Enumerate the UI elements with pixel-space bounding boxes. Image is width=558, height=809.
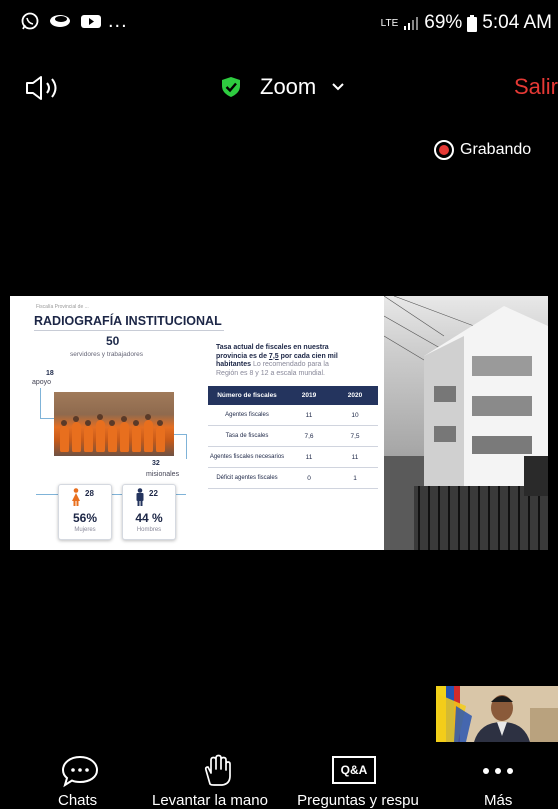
qa-label: Preguntas y respu: [297, 792, 419, 809]
more-notifications: ...: [108, 10, 128, 32]
self-video[interactable]: [436, 686, 558, 742]
qa-button[interactable]: Q&A Preguntas y respu: [288, 750, 428, 809]
chats-label: Chats: [58, 792, 98, 809]
battery-percent: 69%: [424, 12, 463, 33]
men-card: 22 44 % Hombres: [122, 484, 176, 540]
raise-hand-button[interactable]: Levantar la mano: [150, 750, 288, 809]
record-icon: [434, 140, 454, 160]
recording-indicator[interactable]: Grabando: [434, 140, 531, 160]
shield-check-icon: [222, 77, 240, 97]
slide-title: RADIOGRAFÍA INSTITUCIONAL: [34, 314, 222, 328]
table-header: 2019: [286, 386, 332, 405]
more-dots-icon: [483, 768, 513, 774]
total-staff: 50: [106, 334, 120, 348]
building-photo: [384, 296, 548, 550]
table-header: 2020: [332, 386, 378, 405]
qa-icon: Q&A: [332, 756, 376, 784]
raise-hand-icon: [204, 754, 231, 786]
more-label: Más: [484, 792, 513, 809]
status-right: LTE 69% 5:04 AM: [381, 12, 552, 34]
men-percent: 44 %: [135, 511, 163, 525]
chevron-down-icon: [332, 83, 344, 91]
chat-bubble-icon: [50, 15, 70, 27]
clock: 5:04 AM: [482, 12, 552, 33]
man-icon: [136, 488, 144, 506]
connector-line: [40, 388, 55, 419]
woman-icon: [72, 488, 80, 506]
meeting-title: Zoom: [260, 74, 317, 99]
chats-button[interactable]: Chats: [40, 750, 120, 809]
women-percent: 56%: [72, 511, 98, 525]
divider: [34, 330, 224, 331]
table-row: Agentes fiscales necesarios 11 11: [208, 446, 378, 468]
women-card: 28 56% Mujeres: [58, 484, 112, 540]
table-row: Déficit agentes fiscales 0 1: [208, 467, 378, 489]
women-count: 28: [85, 489, 94, 498]
slide-pretitle: Fiscalía Provincial de ...: [36, 304, 89, 310]
speaker-icon[interactable]: [24, 74, 64, 102]
total-staff-label: servidores y trabajadores: [70, 351, 143, 358]
fiscal-rate-text: Tasa actual de fiscales en nuestra provi…: [216, 344, 338, 377]
more-button[interactable]: Más: [458, 750, 538, 809]
status-bar: ... LTE 69% 5:04 AM: [0, 0, 558, 48]
table-row: Agentes fiscales 11 10: [208, 405, 378, 426]
table-row: Tasa de fiscales 7,6 7,5: [208, 425, 378, 447]
whatsapp-icon: [21, 12, 39, 30]
staff-photo: [54, 392, 174, 456]
men-count: 22: [149, 489, 158, 498]
battery-icon: [467, 14, 478, 32]
youtube-icon: [81, 15, 101, 28]
misionales-count: 32: [152, 460, 160, 467]
connector-line: [174, 434, 187, 459]
misionales-label: misionales: [146, 471, 180, 478]
fiscales-table: Número de fiscales 2019 2020 Agentes fis…: [208, 386, 378, 489]
signal-icon: [404, 17, 419, 30]
women-label: Mujeres: [74, 527, 96, 533]
network-type: LTE: [380, 17, 399, 29]
apoyo-count: 18: [46, 370, 54, 377]
shared-screen: Fiscalía Provincial de ... RADIOGRAFÍA I…: [10, 296, 548, 550]
meeting-title-button[interactable]: Zoom: [220, 72, 346, 102]
table-header-row: Número de fiscales 2019 2020: [208, 386, 378, 405]
leave-button[interactable]: Salir: [514, 74, 558, 100]
men-label: Hombres: [136, 527, 162, 533]
chat-icon: [61, 755, 99, 788]
recording-label: Grabando: [460, 141, 532, 158]
raise-hand-label: Levantar la mano: [152, 792, 268, 809]
table-header: Número de fiscales: [208, 386, 286, 405]
apoyo-label: apoyo: [32, 379, 52, 386]
